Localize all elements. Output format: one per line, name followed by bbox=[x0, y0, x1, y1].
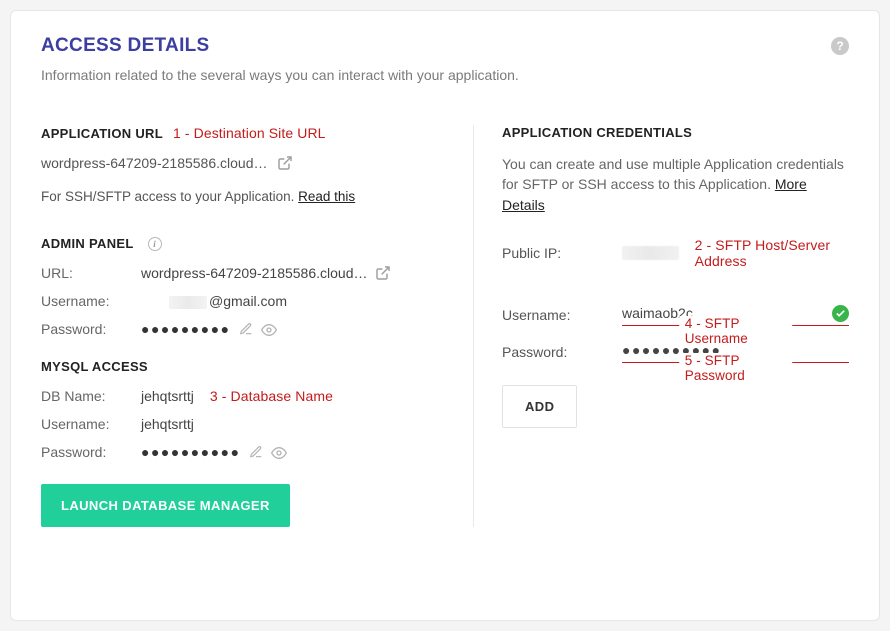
right-column: APPLICATION CREDENTIALS You can create a… bbox=[473, 125, 849, 527]
mysql-password-label: Password: bbox=[41, 444, 141, 460]
public-ip-label: Public IP: bbox=[502, 245, 622, 261]
app-url-value[interactable]: wordpress-647209-2185586.cloud… bbox=[41, 155, 267, 171]
eye-icon[interactable] bbox=[261, 322, 275, 336]
mysql-section: MYSQL ACCESS DB Name: jehqtsrttj 3 - Dat… bbox=[41, 359, 449, 527]
db-name-value: jehqtsrttj bbox=[141, 388, 194, 404]
mysql-username-value: jehqtsrttj bbox=[141, 416, 194, 432]
credentials-heading-text: APPLICATION CREDENTIALS bbox=[502, 125, 692, 140]
card-header: ACCESS DETAILS ? Information related to … bbox=[41, 35, 849, 83]
admin-url-row: URL: wordpress-647209-2185586.cloud… bbox=[41, 265, 449, 281]
db-name-label: DB Name: bbox=[41, 388, 141, 404]
read-this-link[interactable]: Read this bbox=[298, 189, 355, 204]
annotation-1: 1 - Destination Site URL bbox=[173, 125, 326, 141]
admin-panel-heading-text: ADMIN PANEL bbox=[41, 236, 134, 251]
mysql-heading-text: MYSQL ACCESS bbox=[41, 359, 148, 374]
cred-username-label: Username: bbox=[502, 307, 622, 323]
admin-password-value: ●●●●●●●●● bbox=[141, 321, 231, 337]
admin-username-suffix: @gmail.com bbox=[209, 293, 287, 309]
mysql-password-value: ●●●●●●●●●● bbox=[141, 444, 241, 460]
cred-password-label: Password: bbox=[502, 344, 622, 360]
page-subtitle: Information related to the several ways … bbox=[41, 67, 849, 83]
eye-icon[interactable] bbox=[271, 445, 285, 459]
ssh-note: For SSH/SFTP access to your Application.… bbox=[41, 189, 449, 204]
add-button[interactable]: ADD bbox=[502, 385, 577, 428]
credentials-intro: You can create and use multiple Applicat… bbox=[502, 154, 849, 215]
info-icon[interactable]: i bbox=[148, 237, 162, 251]
admin-username-label: Username: bbox=[41, 293, 141, 309]
admin-username-row: Username: @gmail.com bbox=[41, 293, 449, 309]
admin-url-label: URL: bbox=[41, 265, 141, 281]
mysql-username-label: Username: bbox=[41, 416, 141, 432]
page-title: ACCESS DETAILS bbox=[41, 35, 849, 57]
annotation-3: 3 - Database Name bbox=[210, 388, 333, 404]
external-link-icon[interactable] bbox=[277, 155, 293, 171]
db-name-row: DB Name: jehqtsrttj 3 - Database Name bbox=[41, 388, 449, 404]
pencil-icon[interactable] bbox=[249, 445, 263, 459]
mysql-password-row: Password: ●●●●●●●●●● bbox=[41, 444, 449, 460]
admin-username-value: @gmail.com bbox=[141, 293, 287, 309]
app-url-row: wordpress-647209-2185586.cloud… bbox=[41, 155, 449, 171]
help-icon[interactable]: ? bbox=[831, 37, 849, 55]
blurred-segment bbox=[169, 296, 207, 309]
annotation-5: 5 - SFTP Password bbox=[679, 353, 793, 383]
columns: APPLICATION URL 1 - Destination Site URL… bbox=[41, 125, 849, 527]
left-column: APPLICATION URL 1 - Destination Site URL… bbox=[41, 125, 473, 527]
annotation-2: 2 - SFTP Host/Server Address bbox=[695, 237, 849, 269]
public-ip-blurred bbox=[622, 246, 679, 260]
cred-password-row: Password: ●●●●●●●●●● 5 - SFTP Password bbox=[502, 342, 849, 363]
mysql-heading: MYSQL ACCESS bbox=[41, 359, 449, 374]
mysql-username-row: Username: jehqtsrttj bbox=[41, 416, 449, 432]
app-url-heading: APPLICATION URL 1 - Destination Site URL bbox=[41, 125, 449, 141]
app-url-heading-text: APPLICATION URL bbox=[41, 126, 163, 141]
admin-url-value[interactable]: wordpress-647209-2185586.cloud… bbox=[141, 265, 367, 281]
credentials-heading: APPLICATION CREDENTIALS bbox=[502, 125, 849, 140]
admin-password-row: Password: ●●●●●●●●● bbox=[41, 321, 449, 337]
annotation-line: 5 - SFTP Password bbox=[622, 362, 849, 363]
ssh-note-text: For SSH/SFTP access to your Application. bbox=[41, 189, 298, 204]
public-ip-row: Public IP: 2 - SFTP Host/Server Address bbox=[502, 237, 849, 269]
launch-database-manager-button[interactable]: LAUNCH DATABASE MANAGER bbox=[41, 484, 290, 527]
pencil-icon[interactable] bbox=[239, 322, 253, 336]
access-details-card: ACCESS DETAILS ? Information related to … bbox=[10, 10, 880, 621]
admin-password-label: Password: bbox=[41, 321, 141, 337]
check-icon bbox=[832, 305, 849, 322]
admin-panel-heading: ADMIN PANEL i bbox=[41, 236, 449, 251]
cred-username-row: Username: waimaob2c 4 - SFTP Username bbox=[502, 305, 849, 326]
external-link-icon[interactable] bbox=[375, 265, 391, 281]
annotation-line: 4 - SFTP Username bbox=[622, 325, 849, 326]
